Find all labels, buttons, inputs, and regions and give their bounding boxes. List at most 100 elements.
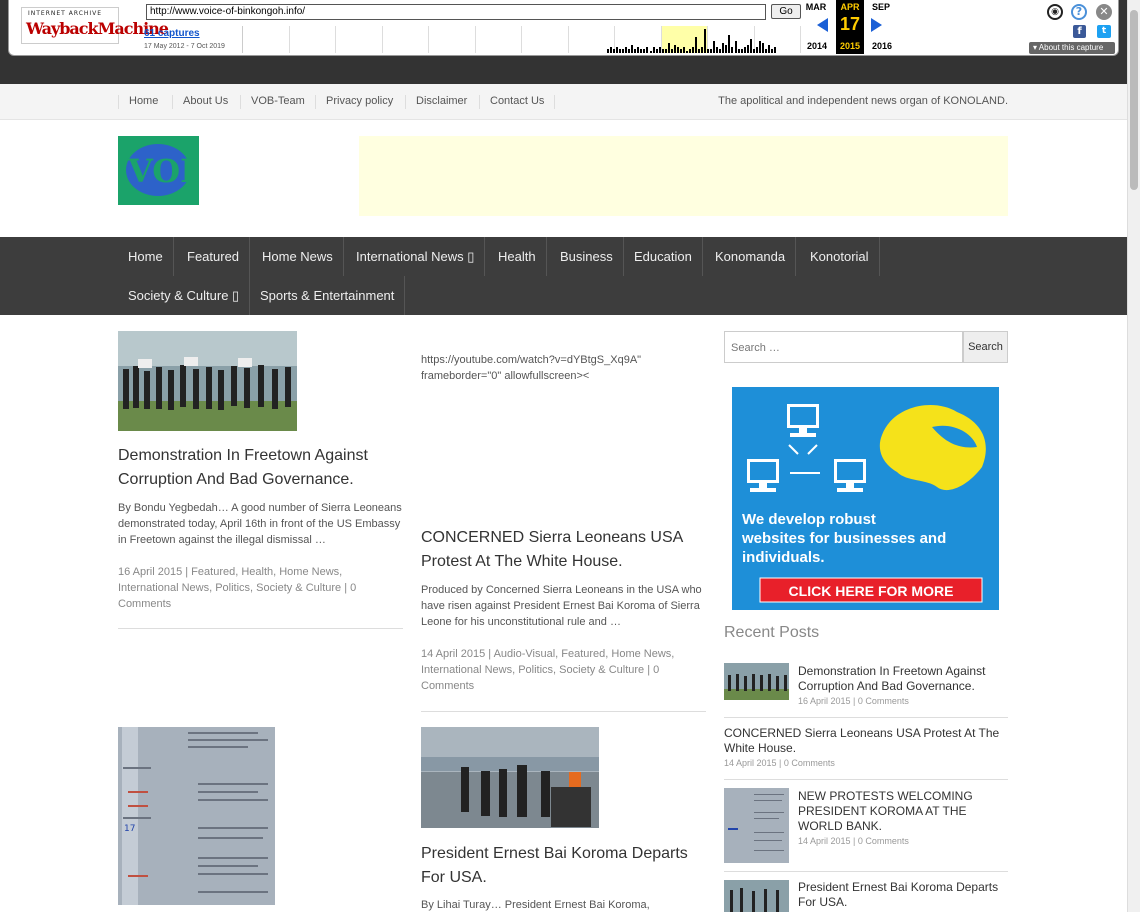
post-title[interactable]: President Ernest Bai Koroma Departs For … [421, 842, 706, 890]
sparkline-bar [755, 47, 758, 53]
sparkline-year-column[interactable] [243, 26, 290, 53]
sparkline-bar [658, 47, 661, 53]
sparkline-bar [619, 49, 622, 53]
wayback-next-year[interactable]: 2016 [867, 41, 897, 51]
nav-item[interactable]: Society & Culture ▯ [118, 276, 251, 315]
wayback-url-input[interactable]: http://www.voice-of-binkongoh.info/ [146, 4, 766, 20]
sparkline-bar [701, 47, 704, 53]
top-bar: Home About Us VOB-Team Privacy policy Discla… [0, 84, 1127, 120]
post-thumbnail-demonstration[interactable] [118, 331, 297, 431]
sparkline-bar [685, 51, 688, 53]
nav-item[interactable]: Business [550, 237, 624, 276]
top-link[interactable]: About Us [172, 95, 228, 109]
sparkline-bar [773, 47, 776, 53]
search-input[interactable]: Search … [724, 331, 963, 363]
nav-item[interactable]: Sports & Entertainment [250, 276, 406, 315]
wayback-prev-month[interactable]: MAR [801, 2, 831, 12]
user-icon[interactable]: ◉ [1047, 4, 1063, 20]
sparkline-bar [664, 49, 667, 53]
web-dev-ad-banner[interactable]: We develop robust websites for businesse… [732, 387, 999, 610]
recent-post-title[interactable]: Demonstration In Freetown Against Corrup… [798, 664, 1008, 694]
nav-item[interactable]: Education [624, 237, 703, 276]
sparkline-bar [646, 47, 649, 53]
prev-capture-arrow-icon[interactable] [817, 18, 828, 32]
recent-post-title[interactable]: CONCERNED Sierra Leoneans USA Protest At… [724, 726, 1008, 756]
sparkline-year-column[interactable] [383, 26, 429, 53]
wayback-go-button[interactable]: Go [771, 4, 801, 19]
nav-item[interactable]: Home News [252, 237, 344, 276]
about-capture-button[interactable]: ▾ About this capture [1029, 42, 1115, 54]
ad-banner[interactable] [359, 136, 1008, 216]
sparkline-year-column[interactable] [336, 26, 383, 53]
top-link[interactable]: Disclaimer [405, 95, 467, 109]
logo-text: VOB [127, 152, 199, 190]
sparkline-bar [613, 49, 616, 53]
top-link[interactable]: Privacy policy [315, 95, 393, 109]
post-divider [118, 628, 403, 629]
close-icon[interactable]: ✕ [1096, 4, 1112, 20]
recent-post-title[interactable]: President Ernest Bai Koroma Departs For … [798, 880, 1008, 910]
vertical-scrollbar[interactable] [1127, 0, 1140, 912]
wayback-captures-link[interactable]: 61 captures [144, 28, 200, 39]
recent-post-thumbnail[interactable] [724, 880, 789, 912]
banner-cta[interactable]: CLICK HERE FOR MORE [789, 583, 954, 599]
recent-post-thumbnail[interactable] [724, 663, 789, 700]
sparkline-bar [676, 47, 679, 53]
post-title[interactable]: Demonstration In Freetown Against Corrup… [118, 444, 403, 492]
nav-item[interactable]: Health [488, 237, 547, 276]
scrollbar-thumb[interactable] [1130, 10, 1138, 190]
twitter-icon[interactable]: t [1097, 25, 1111, 38]
post-title[interactable]: CONCERNED Sierra Leoneans USA Protest At… [421, 526, 706, 574]
sparkline-bar [637, 47, 640, 53]
main-nav: Home Featured Home News International News … [0, 237, 1127, 315]
wayback-logo-top: INTERNET ARCHIVE [28, 10, 103, 17]
sparkline-bar [682, 47, 685, 53]
search-button[interactable]: Search [963, 331, 1008, 363]
about-capture-label: About this capture [1038, 43, 1104, 52]
recent-divider [724, 779, 1008, 780]
recent-post-title[interactable]: NEW PROTESTS WELCOMING PRESIDENT KOROMA … [798, 789, 1008, 834]
nav-item[interactable]: International News ▯ [346, 237, 486, 276]
sparkline-bar [628, 49, 631, 53]
sparkline-bar [710, 49, 713, 53]
site-logo[interactable]: VOB [118, 136, 199, 205]
sparkline-bar [722, 43, 725, 53]
sparkline-bar [767, 45, 770, 53]
post-excerpt: Produced by Concerned Sierra Leoneans in… [421, 584, 702, 628]
help-icon[interactable]: ? [1071, 4, 1087, 20]
wayback-prev-year[interactable]: 2014 [802, 41, 832, 51]
post-thumbnail-document[interactable]: 17 [118, 727, 275, 905]
top-link[interactable]: VOB-Team [240, 95, 305, 109]
nav-item[interactable]: Home [118, 237, 174, 276]
wayback-panel: INTERNET ARCHIVE WaybackMachine http://w… [8, 0, 1119, 56]
banner-line3: individuals. [742, 549, 825, 566]
sparkline-year-column[interactable] [522, 26, 569, 53]
top-link[interactable]: Home [118, 95, 158, 109]
wayback-sparkline[interactable] [242, 26, 801, 53]
top-link[interactable]: Contact Us [479, 95, 556, 109]
sparkline-bar [625, 47, 628, 53]
sparkline-bar [610, 47, 613, 53]
nav-item[interactable]: Konomanda [705, 237, 797, 276]
sparkline-bar [634, 49, 637, 53]
sparkline-bar [740, 49, 743, 53]
recent-post-meta: 14 April 2015 | 0 Comments [724, 758, 835, 768]
sparkline-year-column[interactable] [476, 26, 522, 53]
nav-item[interactable]: Konotorial [800, 237, 880, 276]
recent-post-thumbnail[interactable] [724, 788, 789, 863]
next-capture-arrow-icon[interactable] [871, 18, 882, 32]
sparkline-bar [725, 45, 728, 53]
sparkline-bar [622, 49, 625, 53]
sparkline-bar [731, 47, 734, 53]
wayback-next-month[interactable]: SEP [866, 2, 896, 12]
nav-item[interactable]: Featured [177, 237, 251, 276]
wayback-logo[interactable]: INTERNET ARCHIVE WaybackMachine [21, 7, 169, 44]
facebook-icon[interactable]: f [1073, 25, 1086, 38]
recent-divider [724, 871, 1008, 872]
globe-computers-icon: We develop robust websites for businesse… [741, 404, 986, 603]
sparkline-bar [734, 41, 737, 53]
sparkline-year-column[interactable] [429, 26, 476, 53]
sparkline-bar [607, 49, 609, 53]
sparkline-year-column[interactable] [290, 26, 336, 53]
post-thumbnail-airport[interactable] [421, 727, 599, 828]
